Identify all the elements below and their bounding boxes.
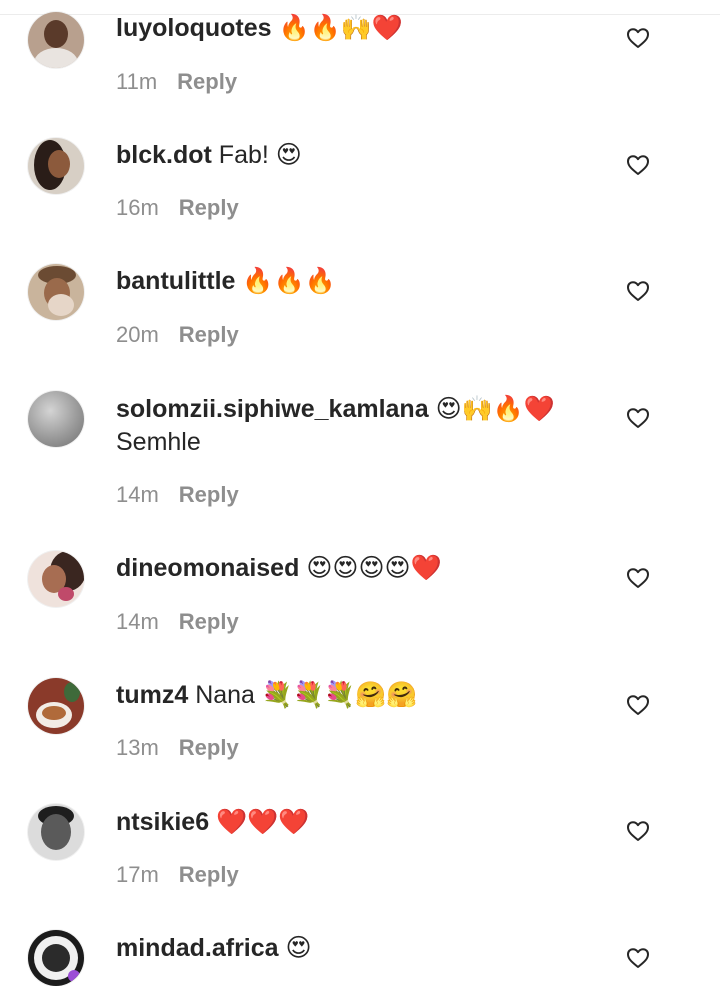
username-link[interactable]: blck.dot	[116, 141, 212, 169]
comment-emoji: 😍	[285, 934, 312, 962]
username-link[interactable]: mindad.africa	[116, 934, 279, 962]
comment-meta: 11m Reply	[116, 68, 237, 96]
comment-emoji: 🔥🔥🙌❤️	[278, 14, 404, 42]
comment-text-line: Semhle	[116, 426, 201, 458]
comment-emoji: 😍	[275, 141, 302, 169]
reply-button[interactable]: Reply	[179, 735, 239, 760]
avatar-tea	[42, 706, 66, 720]
avatar[interactable]	[28, 804, 84, 860]
username-link[interactable]: luyoloquotes	[116, 14, 272, 42]
heart-outline-icon[interactable]	[626, 27, 650, 49]
reply-button[interactable]: Reply	[179, 609, 239, 634]
avatar[interactable]	[28, 930, 84, 986]
comment-meta: 13m Reply	[116, 734, 239, 762]
heart-outline-icon[interactable]	[626, 947, 650, 969]
comment-emoji: 🔥🔥🔥	[242, 267, 336, 295]
reply-button[interactable]: Reply	[179, 195, 239, 220]
comment-time: 16m	[116, 195, 159, 220]
avatar[interactable]	[28, 12, 84, 68]
comment-time: 20m	[116, 322, 159, 347]
username-link[interactable]: dineomonaised	[116, 554, 299, 582]
comment-meta: 20m Reply	[116, 321, 239, 349]
comment-time: 14m	[116, 482, 159, 507]
avatar[interactable]	[28, 264, 84, 320]
username-link[interactable]: bantulittle	[116, 267, 235, 295]
comment-body: luyoloquotes 🔥🔥🙌❤️	[116, 12, 403, 44]
heart-outline-icon[interactable]	[626, 407, 650, 429]
reply-button[interactable]: Reply	[179, 862, 239, 887]
avatar-logo-center	[42, 944, 70, 972]
reply-button[interactable]: Reply	[179, 322, 239, 347]
heart-outline-icon[interactable]	[626, 820, 650, 842]
avatar[interactable]	[28, 138, 84, 194]
reply-button[interactable]: Reply	[177, 69, 237, 94]
comment-body: bantulittle 🔥🔥🔥	[116, 265, 336, 297]
comment-meta: 17m Reply	[116, 861, 239, 889]
comment-time: 14m	[116, 609, 159, 634]
comment-time: 17m	[116, 862, 159, 887]
comment-body: tumz4 Nana 💐💐💐🤗🤗	[116, 679, 418, 711]
avatar-accent	[58, 587, 74, 601]
reply-button[interactable]: Reply	[179, 482, 239, 507]
comment-body: mindad.africa 😍	[116, 932, 312, 964]
avatar-badge	[68, 970, 80, 982]
username-link[interactable]: solomzii.siphiwe_kamlana	[116, 395, 429, 423]
comment-body: blck.dot Fab! 😍	[116, 139, 302, 171]
avatar-face	[48, 150, 70, 178]
avatar-face	[41, 814, 71, 850]
comment-emoji: 💐💐💐🤗🤗	[261, 681, 418, 709]
avatar-shoulders	[34, 48, 78, 68]
comment-emoji: ❤️❤️❤️	[216, 808, 310, 836]
comment-meta: 16m Reply	[116, 194, 239, 222]
comment-time: 11m	[116, 69, 158, 94]
avatar-plant	[64, 682, 80, 702]
username-link[interactable]: ntsikie6	[116, 808, 209, 836]
comment-text: Fab!	[218, 141, 269, 169]
comment-emoji: 😍😍😍😍❤️	[306, 554, 442, 582]
avatar[interactable]	[28, 678, 84, 734]
heart-outline-icon[interactable]	[626, 567, 650, 589]
comment-body: dineomonaised 😍😍😍😍❤️	[116, 552, 442, 584]
username-link[interactable]: tumz4	[116, 681, 188, 709]
comment-body: ntsikie6 ❤️❤️❤️	[116, 806, 309, 838]
heart-outline-icon[interactable]	[626, 154, 650, 176]
avatar-hand	[48, 294, 74, 316]
comment-body: solomzii.siphiwe_kamlana 😍🙌🔥❤️	[116, 393, 555, 425]
comment-meta: 14m Reply	[116, 481, 239, 509]
comment-emoji: 😍🙌🔥❤️	[435, 395, 556, 423]
comment-time: 13m	[116, 735, 159, 760]
avatar[interactable]	[28, 391, 84, 447]
avatar[interactable]	[28, 551, 84, 607]
avatar-face	[44, 20, 68, 48]
heart-outline-icon[interactable]	[626, 694, 650, 716]
comment-text: Semhle	[116, 428, 201, 456]
comment-text: Nana	[195, 681, 255, 709]
heart-outline-icon[interactable]	[626, 280, 650, 302]
comment-meta: 14m Reply	[116, 608, 239, 636]
